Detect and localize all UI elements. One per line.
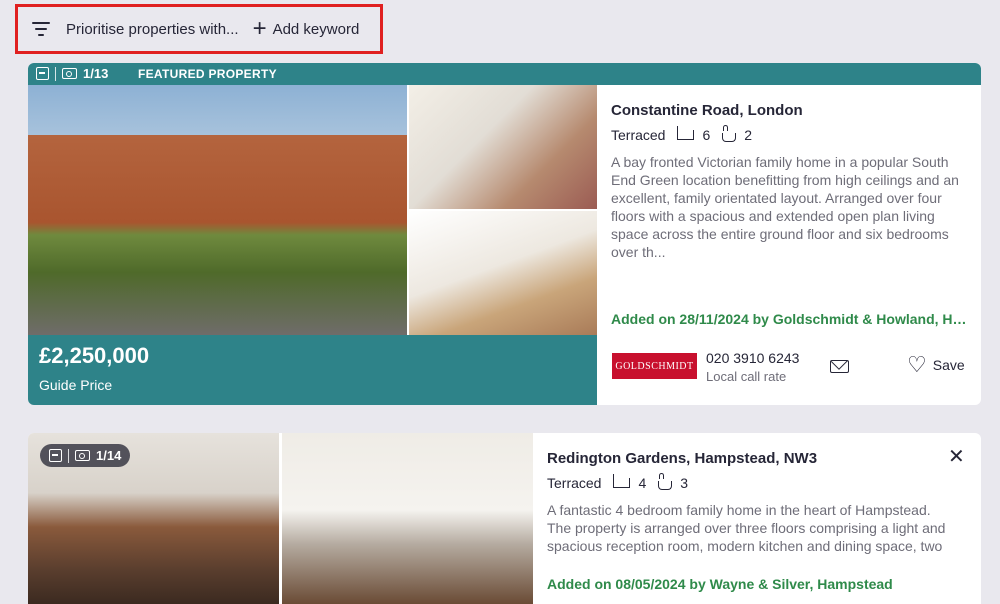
property-meta: Terraced 4 3 bbox=[547, 472, 947, 491]
media-counter[interactable]: 1/14 bbox=[40, 444, 131, 467]
divider bbox=[68, 448, 69, 463]
filter-icon[interactable] bbox=[32, 22, 50, 36]
photo-count: 1/14 bbox=[96, 448, 122, 463]
property-address[interactable]: Constantine Road, London bbox=[611, 102, 967, 119]
bedroom-count: 6 bbox=[702, 127, 711, 143]
price-panel[interactable]: £2,250,000 Guide Price bbox=[28, 335, 597, 405]
property-info: Redington Gardens, Hampstead, NW3 Terrac… bbox=[547, 450, 947, 555]
divider bbox=[55, 66, 56, 81]
save-button[interactable]: ♡ Save bbox=[907, 352, 965, 377]
featured-label: FEATURED PROPERTY bbox=[138, 67, 277, 81]
property-card[interactable]: 1/14 ✕ Redington Gardens, Hampstead, NW3… bbox=[28, 433, 981, 604]
price: £2,250,000 bbox=[39, 343, 150, 368]
bedroom-count: 4 bbox=[638, 475, 647, 491]
bath-icon bbox=[722, 124, 737, 142]
property-photo-secondary[interactable] bbox=[409, 85, 597, 209]
featured-banner: 1/13 FEATURED PROPERTY bbox=[28, 63, 981, 85]
property-description: A bay fronted Victorian family home in a… bbox=[611, 154, 959, 260]
heart-icon: ♡ bbox=[907, 352, 927, 377]
property-description: A fantastic 4 bedroom family home in the… bbox=[547, 502, 946, 554]
bed-icon bbox=[676, 126, 695, 140]
mail-icon[interactable] bbox=[830, 360, 849, 373]
property-type: Terraced bbox=[611, 127, 666, 143]
media-counter[interactable]: 1/13 bbox=[36, 66, 108, 81]
floorplan-icon[interactable] bbox=[49, 449, 62, 462]
property-address[interactable]: Redington Gardens, Hampstead, NW3 bbox=[547, 450, 947, 467]
property-photo-secondary[interactable] bbox=[282, 433, 533, 604]
bed-icon bbox=[612, 474, 631, 488]
agent-logo[interactable]: GOLDSCHMIDT bbox=[612, 353, 697, 379]
property-photo-tertiary[interactable] bbox=[409, 211, 597, 335]
floorplan-icon[interactable] bbox=[36, 67, 49, 80]
added-info: Added on 28/11/2024 by Goldschmidt & How… bbox=[611, 311, 967, 327]
phone-note: Local call rate bbox=[706, 369, 787, 384]
prioritise-properties-button[interactable]: Prioritise properties with... bbox=[66, 21, 239, 38]
camera-icon bbox=[62, 68, 77, 79]
added-info: Added on 08/05/2024 by Wayne & Silver, H… bbox=[547, 576, 893, 592]
property-info: Constantine Road, London Terraced 6 2 A … bbox=[611, 102, 967, 261]
add-keyword-label: Add keyword bbox=[272, 20, 360, 38]
photo-count: 1/13 bbox=[83, 66, 109, 81]
price-qualifier: Guide Price bbox=[39, 377, 113, 393]
close-icon[interactable]: ✕ bbox=[948, 447, 965, 467]
keyword-filter-bar: Prioritise properties with... + Add keyw… bbox=[15, 4, 383, 54]
plus-icon: + bbox=[252, 15, 267, 42]
bathroom-count: 3 bbox=[680, 475, 689, 491]
agent-phone[interactable]: 020 3910 6243 bbox=[706, 350, 799, 366]
property-meta: Terraced 6 2 bbox=[611, 124, 967, 143]
add-keyword-button[interactable]: + Add keyword bbox=[252, 15, 360, 42]
property-type: Terraced bbox=[547, 475, 602, 491]
property-card[interactable]: 1/13 FEATURED PROPERTY £2,250,000 Guide … bbox=[28, 63, 981, 405]
bath-icon bbox=[658, 472, 673, 490]
property-photo-main[interactable] bbox=[28, 85, 407, 335]
camera-icon bbox=[75, 450, 90, 461]
save-label: Save bbox=[932, 357, 965, 373]
bathroom-count: 2 bbox=[744, 127, 753, 143]
